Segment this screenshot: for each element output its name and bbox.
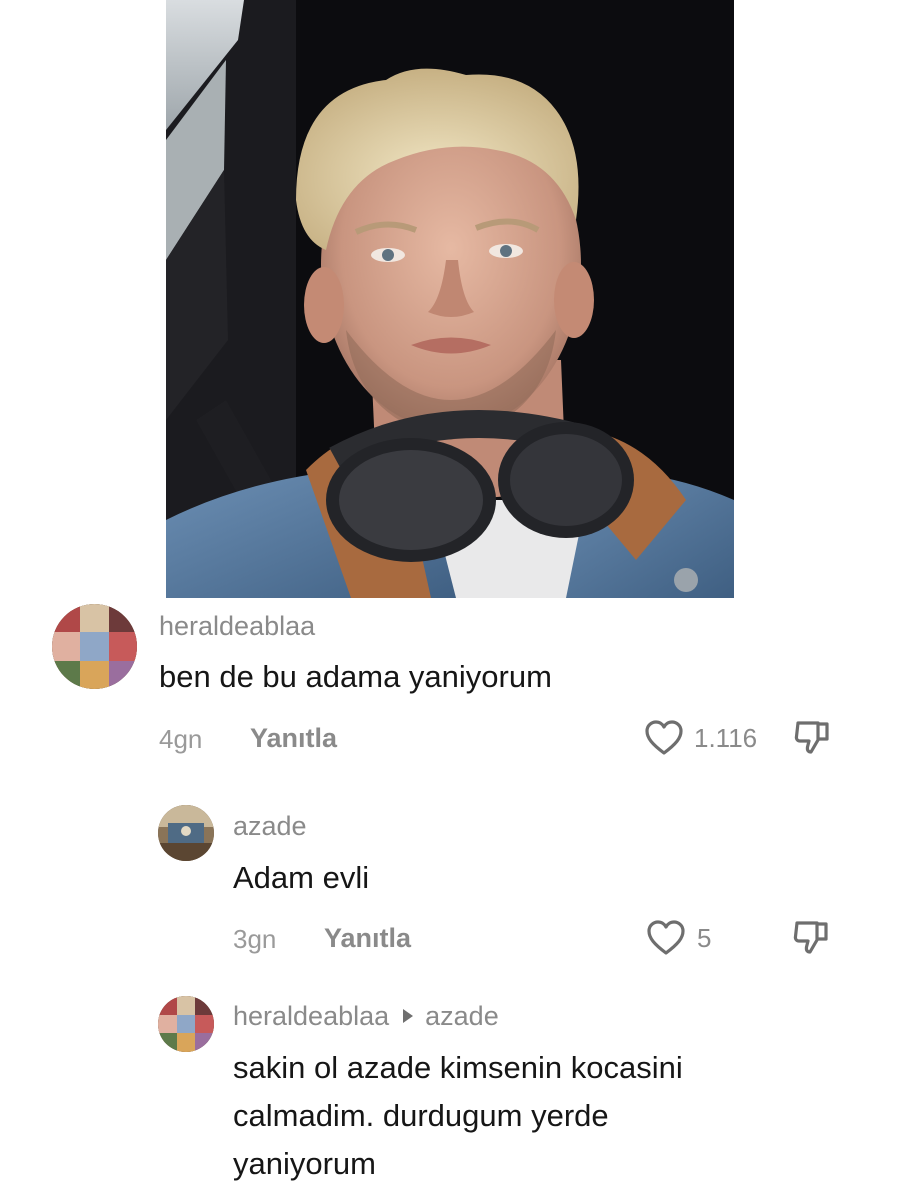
comment-username[interactable]: azade [233, 811, 307, 842]
triangle-right-icon [403, 1009, 414, 1024]
like-count: 1.116 [694, 723, 758, 753]
thumbs-down-outline-icon[interactable] [792, 717, 832, 762]
comment-time: 4gn [159, 724, 203, 754]
heart-outline-icon[interactable] [646, 919, 686, 962]
comment-text-line: calmadim. durdugum yerde [233, 1098, 609, 1133]
thumbs-down-outline-icon[interactable] [791, 917, 831, 962]
comment-text: ben de bu adama yaniyorum [159, 659, 552, 694]
reply-to-username[interactable]: azade [425, 1001, 499, 1031]
comment-text-line: sakin ol azade kimsenin kocasini [233, 1050, 683, 1085]
reply-button[interactable]: Yanıtla [324, 923, 411, 954]
comment-username[interactable]: heraldeablaa azade [233, 1001, 499, 1032]
comment-username-text[interactable]: heraldeablaa [233, 1001, 389, 1031]
room-avatar-icon[interactable] [158, 805, 214, 861]
collage-avatar-icon[interactable] [52, 604, 137, 689]
comment-time: 3gn [233, 924, 277, 954]
heart-outline-icon[interactable] [644, 719, 684, 762]
comment-text: Adam evli [233, 860, 370, 895]
comment-username[interactable]: heraldeablaa [159, 611, 315, 642]
like-count: 5 [697, 923, 712, 953]
post-photo [166, 0, 734, 598]
reply-button[interactable]: Yanıtla [250, 723, 337, 754]
collage-avatar-icon[interactable] [158, 996, 214, 1052]
comment-text-line: yaniyorum [233, 1146, 376, 1181]
comment-text: sakin ol azade kimsenin kocasini calmadi… [233, 1045, 683, 1187]
